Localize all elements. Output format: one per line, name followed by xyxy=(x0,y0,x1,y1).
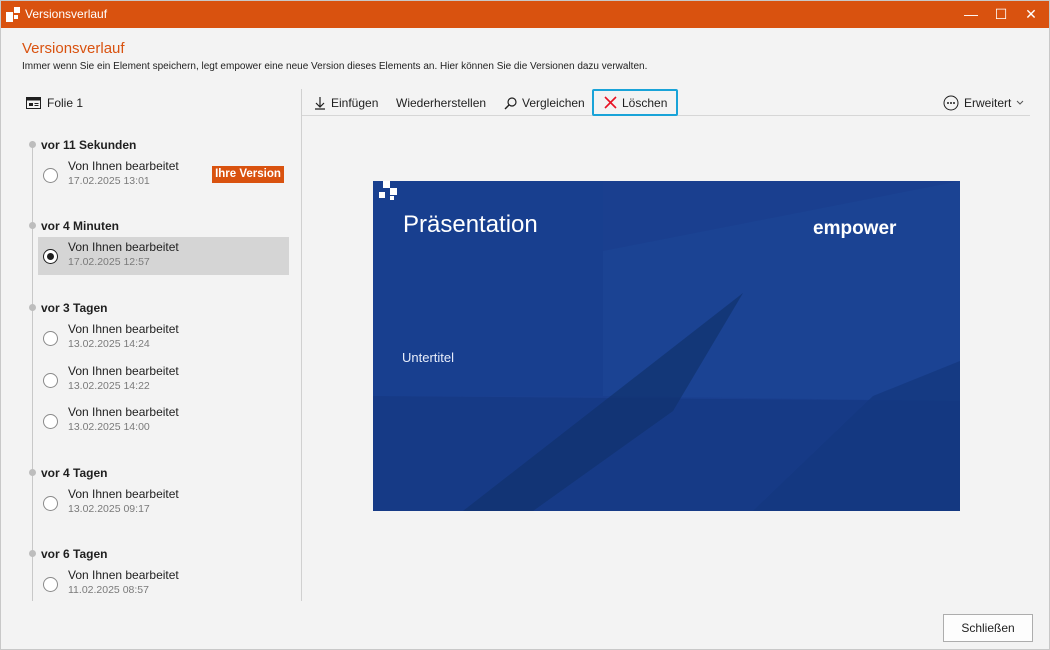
version-title: Von Ihnen bearbeitet xyxy=(68,405,179,419)
element-name: Folie 1 xyxy=(47,96,84,110)
group-label: vor 3 Tagen xyxy=(41,301,108,315)
version-radio[interactable] xyxy=(43,496,58,511)
version-title: Von Ihnen bearbeitet xyxy=(68,568,179,582)
version-item[interactable]: Von Ihnen bearbeitet 13.02.2025 09:17 xyxy=(38,484,289,522)
title-bar: Versionsverlauf — ☐ ✕ xyxy=(1,1,1049,28)
advanced-menu-button[interactable]: Erweitert xyxy=(943,91,1024,115)
version-date: 17.02.2025 12:57 xyxy=(68,256,150,268)
search-icon xyxy=(504,96,517,109)
slide-subtitle: Untertitel xyxy=(402,350,455,365)
version-radio[interactable] xyxy=(43,168,58,183)
group-label: vor 11 Sekunden xyxy=(41,138,137,152)
minimize-button[interactable]: — xyxy=(954,1,988,28)
version-item[interactable]: Von Ihnen bearbeitet 13.02.2025 14:24 xyxy=(38,319,289,357)
version-item[interactable]: Von Ihnen bearbeitet 13.02.2025 14:00 xyxy=(38,402,289,440)
version-title: Von Ihnen bearbeitet xyxy=(68,322,179,336)
delete-button[interactable]: Löschen xyxy=(592,89,678,116)
your-version-badge: Ihre Version xyxy=(212,166,284,183)
close-dialog-label: Schließen xyxy=(961,621,1015,635)
timeline-dot xyxy=(29,304,36,311)
slide-preview: Präsentation Untertitel empower xyxy=(373,181,960,511)
timeline-dot xyxy=(29,469,36,476)
version-history-window: Versionsverlauf — ☐ ✕ Versionsverlauf Im… xyxy=(0,0,1050,650)
compare-button[interactable]: Vergleichen xyxy=(504,91,585,115)
empower-app-icon xyxy=(6,7,20,22)
close-window-button[interactable]: ✕ xyxy=(1014,1,1048,28)
timeline-dot xyxy=(29,222,36,229)
window-title: Versionsverlauf xyxy=(25,7,108,21)
group-label: vor 4 Minuten xyxy=(41,219,120,233)
version-title: Von Ihnen bearbeitet xyxy=(68,364,179,378)
version-item[interactable]: Von Ihnen bearbeitet 11.02.2025 08:57 xyxy=(38,565,289,603)
version-title: Von Ihnen bearbeitet xyxy=(68,487,179,501)
element-label: Folie 1 xyxy=(26,95,83,111)
minimize-icon: — xyxy=(964,6,978,22)
version-date: 13.02.2025 09:17 xyxy=(68,503,150,515)
panel-divider xyxy=(301,89,302,601)
more-options-icon xyxy=(943,95,959,111)
restore-button[interactable]: Wiederherstellen xyxy=(396,91,486,115)
empower-logo-icon xyxy=(379,181,397,200)
version-radio[interactable] xyxy=(43,414,58,429)
group-label: vor 4 Tagen xyxy=(41,466,108,480)
insert-button[interactable]: Einfügen xyxy=(314,91,378,115)
slide-icon xyxy=(26,97,41,109)
timeline-dot xyxy=(29,550,36,557)
advanced-label: Erweitert xyxy=(964,96,1012,110)
maximize-icon: ☐ xyxy=(994,6,1008,22)
insert-label: Einfügen xyxy=(331,96,379,110)
compare-label: Vergleichen xyxy=(522,96,585,110)
close-dialog-button[interactable]: Schließen xyxy=(943,614,1033,642)
group-label: vor 6 Tagen xyxy=(41,547,108,561)
version-item[interactable]: Von Ihnen bearbeitet 13.02.2025 14:22 xyxy=(38,361,289,399)
version-date: 11.02.2025 08:57 xyxy=(68,584,149,596)
chevron-down-icon xyxy=(1016,100,1024,105)
version-radio[interactable] xyxy=(43,331,58,346)
timeline-dot xyxy=(29,141,36,148)
version-radio[interactable] xyxy=(43,577,58,592)
version-date: 13.02.2025 14:00 xyxy=(68,421,150,433)
page-title: Versionsverlauf xyxy=(22,40,125,57)
delete-x-icon xyxy=(604,96,617,109)
version-date: 17.02.2025 13:01 xyxy=(68,175,150,187)
maximize-button[interactable]: ☐ xyxy=(984,1,1018,28)
version-radio[interactable] xyxy=(43,249,58,264)
slide-title: Präsentation xyxy=(403,211,538,238)
download-arrow-icon xyxy=(315,97,325,110)
version-date: 13.02.2025 14:24 xyxy=(68,338,150,350)
page-description: Immer wenn Sie ein Element speichern, le… xyxy=(22,61,648,72)
version-radio[interactable] xyxy=(43,373,58,388)
restore-label: Wiederherstellen xyxy=(396,96,487,110)
timeline-line xyxy=(32,141,33,601)
version-title: Von Ihnen bearbeitet xyxy=(68,240,179,254)
version-item-selected[interactable]: Von Ihnen bearbeitet 17.02.2025 12:57 xyxy=(38,237,289,275)
close-icon: ✕ xyxy=(1025,6,1037,22)
delete-label: Löschen xyxy=(622,95,668,110)
version-title: Von Ihnen bearbeitet xyxy=(68,159,179,173)
version-date: 13.02.2025 14:22 xyxy=(68,380,150,392)
empower-logo-text: empower xyxy=(813,218,897,239)
